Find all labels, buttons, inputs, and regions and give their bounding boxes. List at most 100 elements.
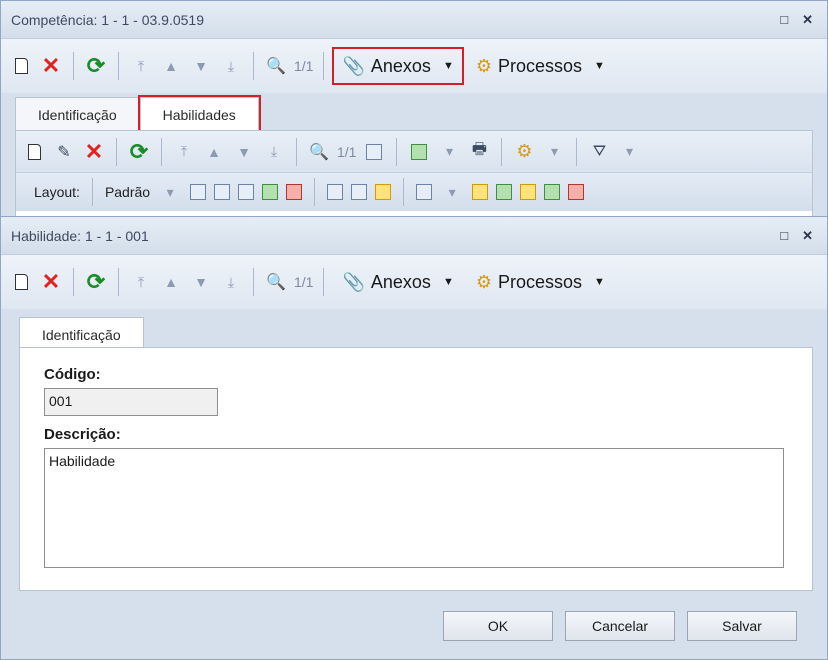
competencia-titlebar: Competência: 1 - 1 - 03.9.0519 □ ✕ bbox=[1, 1, 827, 39]
delete-button[interactable]: ✕ bbox=[82, 138, 106, 166]
next-record-button[interactable]: ▼ bbox=[232, 138, 256, 166]
description-label: Descrição: bbox=[44, 426, 121, 443]
filter-icon: ⛛ bbox=[592, 142, 607, 160]
view-card-icon[interactable] bbox=[544, 184, 561, 200]
grid-icon[interactable] bbox=[238, 184, 255, 200]
import-button[interactable] bbox=[407, 138, 431, 166]
previous-record-button[interactable]: ▲ bbox=[202, 138, 226, 166]
attachments-label: Anexos bbox=[370, 271, 431, 292]
view-list-icon[interactable] bbox=[496, 184, 513, 200]
columns-icon[interactable] bbox=[327, 184, 344, 200]
layout-toolbar: Layout: Padrão ▾ ▾ bbox=[16, 173, 812, 211]
first-record-button[interactable]: ⤒ bbox=[172, 138, 196, 166]
toolbar-separator bbox=[296, 137, 297, 166]
competencia-tabs-area: Identificação Habilidades ✎ ✕ ⟳ ⤒ ▲ ▼ ⤓ … bbox=[1, 93, 827, 217]
first-record-button[interactable]: ⤒ bbox=[129, 52, 153, 80]
search-button[interactable]: 🔍 bbox=[307, 138, 331, 166]
toolbar-separator bbox=[253, 268, 254, 296]
delete-button[interactable]: ✕ bbox=[39, 268, 63, 296]
print-button[interactable]: 🖶 bbox=[467, 138, 491, 166]
toolbar-separator bbox=[501, 137, 503, 166]
paperclip-icon: 📎 bbox=[342, 271, 365, 292]
next-record-button[interactable]: ▼ bbox=[189, 52, 213, 80]
last-record-button[interactable]: ⤓ bbox=[219, 268, 243, 296]
view-form-icon[interactable] bbox=[520, 184, 537, 200]
attachments-menu[interactable]: 📎 Anexos ▼ bbox=[332, 47, 464, 85]
refresh-button[interactable]: ⟳ bbox=[84, 52, 108, 80]
tab-identificacao[interactable]: Identificação bbox=[15, 97, 140, 131]
import-icon bbox=[411, 143, 428, 160]
new-button[interactable] bbox=[22, 138, 46, 166]
layout-preset-select[interactable]: Padrão bbox=[105, 184, 150, 200]
new-document-icon bbox=[14, 274, 28, 290]
attachments-label: Anexos bbox=[370, 55, 431, 76]
refresh-button[interactable]: ⟳ bbox=[127, 138, 151, 166]
save-button[interactable]: Salvar bbox=[687, 611, 797, 641]
previous-record-button[interactable]: ▲ bbox=[159, 268, 183, 296]
tab-identificacao[interactable]: Identificação bbox=[19, 317, 144, 351]
toolbar-separator bbox=[253, 52, 254, 80]
export-icon[interactable] bbox=[262, 184, 279, 200]
toolbar-separator bbox=[396, 137, 398, 166]
habilidade-toolbar: ✕ ⟳ ⤒ ▲ ▼ ⤓ 🔍 1/1 📎 Anexos ▼ ⚙ Processos… bbox=[1, 255, 827, 309]
search-button[interactable]: 🔍 bbox=[264, 268, 288, 296]
chevron-down-icon[interactable]: ▾ bbox=[617, 138, 641, 166]
text-format-icon[interactable] bbox=[568, 184, 585, 200]
habilidade-tabs: Identificação bbox=[19, 317, 144, 351]
toolbar-separator bbox=[118, 52, 119, 80]
cancel-button[interactable]: Cancelar bbox=[565, 611, 675, 641]
last-record-button[interactable]: ⤓ bbox=[262, 138, 286, 166]
toolbar-separator bbox=[73, 52, 74, 80]
attachments-menu[interactable]: 📎 Anexos ▼ bbox=[334, 265, 461, 299]
chevron-down-icon[interactable]: ▾ bbox=[158, 178, 182, 206]
upload-icon[interactable] bbox=[286, 184, 303, 200]
processes-menu[interactable]: ⚙ Processos ▼ bbox=[468, 49, 613, 83]
save-layout-icon[interactable] bbox=[190, 184, 207, 200]
delete-button[interactable]: ✕ bbox=[39, 52, 63, 80]
paperclip-icon: 📎 bbox=[342, 55, 365, 76]
chart-icon[interactable] bbox=[416, 184, 433, 200]
view-grid-icon[interactable] bbox=[472, 184, 489, 200]
restore-icon[interactable]: □ bbox=[780, 12, 788, 28]
previous-record-button[interactable]: ▲ bbox=[159, 52, 183, 80]
close-icon[interactable]: ✕ bbox=[802, 12, 813, 28]
last-record-button[interactable]: ⤓ bbox=[219, 52, 243, 80]
ok-button[interactable]: OK bbox=[443, 611, 553, 641]
processes-label: Processos bbox=[497, 55, 583, 76]
toolbar-separator bbox=[403, 178, 405, 206]
chevron-down-icon[interactable]: ▾ bbox=[542, 138, 566, 166]
restore-icon[interactable]: □ bbox=[780, 228, 788, 244]
next-record-button[interactable]: ▼ bbox=[189, 268, 213, 296]
record-counter: 1/1 bbox=[294, 58, 314, 74]
edit-button[interactable]: ✎ bbox=[52, 138, 76, 166]
filter-button[interactable]: ⛛ bbox=[587, 138, 611, 166]
description-field[interactable]: Habilidade bbox=[44, 448, 784, 568]
new-button[interactable] bbox=[9, 268, 33, 296]
gear-icon: ⚙ bbox=[475, 271, 492, 292]
chevron-down-icon[interactable]: ▾ bbox=[437, 138, 461, 166]
calendar-button[interactable] bbox=[362, 138, 386, 166]
toolbar-separator bbox=[323, 52, 325, 80]
refresh-button[interactable]: ⟳ bbox=[84, 268, 108, 296]
close-icon[interactable]: ✕ bbox=[802, 228, 813, 244]
processes-menu[interactable]: ⚙ Processos ▼ bbox=[468, 265, 613, 299]
code-field[interactable]: 001 bbox=[44, 388, 218, 416]
toolbar-separator bbox=[576, 137, 578, 166]
chevron-down-icon: ▼ bbox=[594, 60, 605, 72]
chevron-down-icon[interactable]: ▾ bbox=[440, 178, 464, 206]
processes-button[interactable]: ⚙ bbox=[512, 138, 536, 166]
competencia-window: Competência: 1 - 1 - 03.9.0519 □ ✕ ✕ ⟳ ⤒… bbox=[0, 0, 828, 220]
group-icon[interactable] bbox=[375, 184, 392, 200]
toolbar-separator bbox=[73, 268, 74, 296]
chevron-down-icon: ▼ bbox=[594, 276, 605, 288]
tab-habilidades[interactable]: Habilidades bbox=[137, 95, 261, 133]
first-record-button[interactable]: ⤒ bbox=[129, 268, 153, 296]
new-button[interactable] bbox=[9, 52, 33, 80]
delete-layout-icon[interactable] bbox=[214, 184, 231, 200]
search-button[interactable]: 🔍 bbox=[264, 52, 288, 80]
sum-icon[interactable] bbox=[351, 184, 368, 200]
toolbar-separator bbox=[323, 268, 325, 296]
layout-label: Layout: bbox=[34, 184, 80, 200]
toolbar-separator bbox=[116, 137, 117, 166]
chevron-down-icon: ▼ bbox=[442, 60, 454, 72]
